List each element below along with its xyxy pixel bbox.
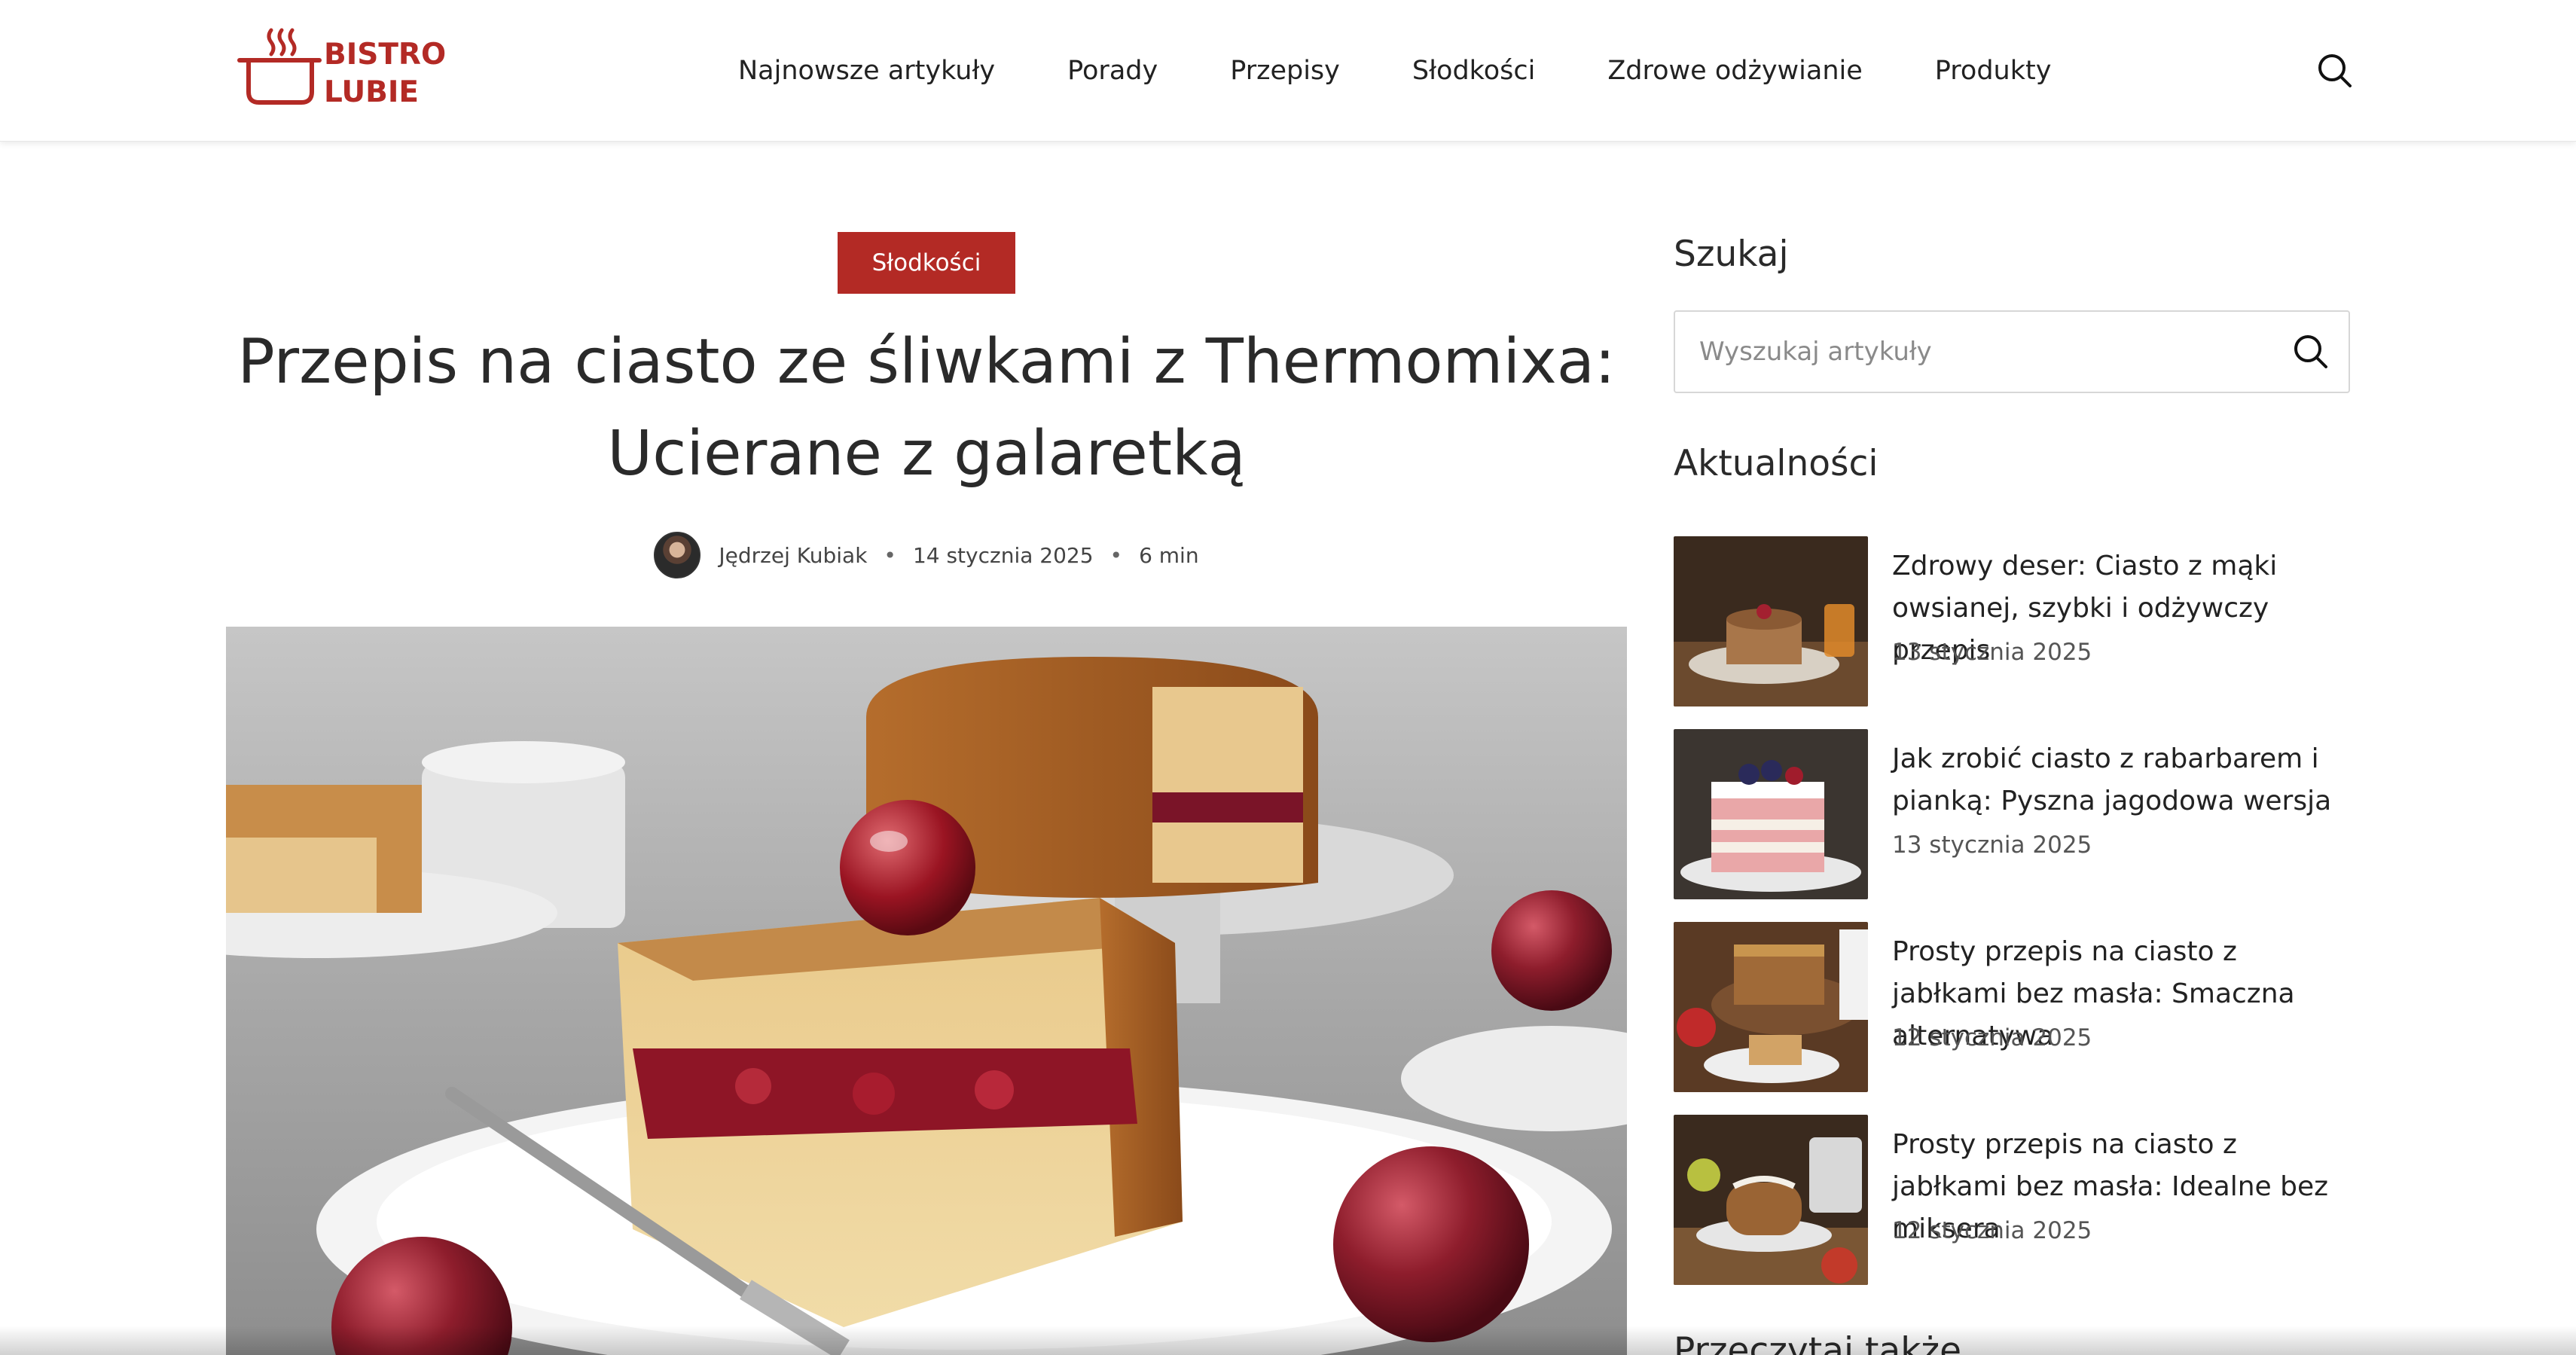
meta-separator: •: [1109, 542, 1123, 568]
author-avatar[interactable]: [654, 532, 701, 578]
logo-line-1: BISTRO: [324, 38, 447, 72]
category-badge[interactable]: Słodkości: [838, 232, 1015, 294]
read-time: 6 min: [1139, 542, 1199, 568]
news-thumbnail[interactable]: [1674, 922, 1868, 1092]
logo-text: BISTRO LUBIE: [324, 36, 446, 111]
sidebar-search-box: [1674, 310, 2350, 393]
news-thumbnail[interactable]: [1674, 1115, 1868, 1285]
news-item[interactable]: Prosty przepis na ciasto z jabłkami bez …: [1674, 922, 2350, 1092]
article-hero-image: [226, 627, 1627, 1355]
news-item[interactable]: Jak zrobić ciasto z rabarbarem i pianką:…: [1674, 729, 2350, 899]
news-thumbnail[interactable]: [1674, 536, 1868, 706]
logo-line-2: LUBIE: [324, 75, 420, 109]
news-item[interactable]: Zdrowy deser: Ciasto z mąki owsianej, sz…: [1674, 536, 2350, 706]
meta-separator: •: [884, 542, 896, 568]
article-meta: Jędrzej Kubiak • 14 stycznia 2025 • 6 mi…: [226, 530, 1627, 580]
news-title[interactable]: Jak zrobić ciasto z rabarbarem i pianką:…: [1892, 738, 2359, 822]
site-logo[interactable]: BISTRO LUBIE: [237, 21, 446, 109]
news-date: 13 stycznia 2025: [1892, 639, 2092, 666]
main-nav: Najnowsze artykuły Porady Przepisy Słodk…: [738, 0, 2051, 142]
article-date: 14 stycznia 2025: [912, 542, 1094, 568]
search-icon[interactable]: [2314, 50, 2356, 92]
sidebar-related-heading: Przeczytaj także: [1674, 1330, 1962, 1355]
news-date: 12 stycznia 2025: [1892, 1217, 2092, 1244]
nav-item-przepisy[interactable]: Przepisy: [1230, 56, 1340, 86]
nav-item-porady[interactable]: Porady: [1067, 56, 1158, 86]
article-title: Przepis na ciasto ze śliwkami z Thermomi…: [237, 326, 1616, 490]
search-icon[interactable]: [2290, 331, 2332, 373]
author-name[interactable]: Jędrzej Kubiak: [719, 543, 867, 568]
sidebar-news-heading: Aktualności: [1674, 443, 1879, 484]
nav-item-slodkosci[interactable]: Słodkości: [1412, 56, 1535, 86]
news-date: 13 stycznia 2025: [1892, 832, 2092, 859]
sidebar-search-heading: Szukaj: [1674, 233, 1789, 275]
pot-icon: [237, 28, 322, 105]
nav-item-najnowsze[interactable]: Najnowsze artykuły: [738, 56, 995, 86]
news-thumbnail[interactable]: [1674, 729, 1868, 899]
news-date: 12 stycznia 2025: [1892, 1024, 2092, 1051]
search-input[interactable]: [1675, 312, 2278, 392]
nav-item-zdrowe-odzywianie[interactable]: Zdrowe odżywianie: [1607, 56, 1862, 86]
nav-item-produkty[interactable]: Produkty: [1935, 56, 2052, 86]
news-item[interactable]: Prosty przepis na ciasto z jabłkami bez …: [1674, 1115, 2350, 1285]
site-header: BISTRO LUBIE Najnowsze artykuły Porady P…: [0, 0, 2576, 142]
